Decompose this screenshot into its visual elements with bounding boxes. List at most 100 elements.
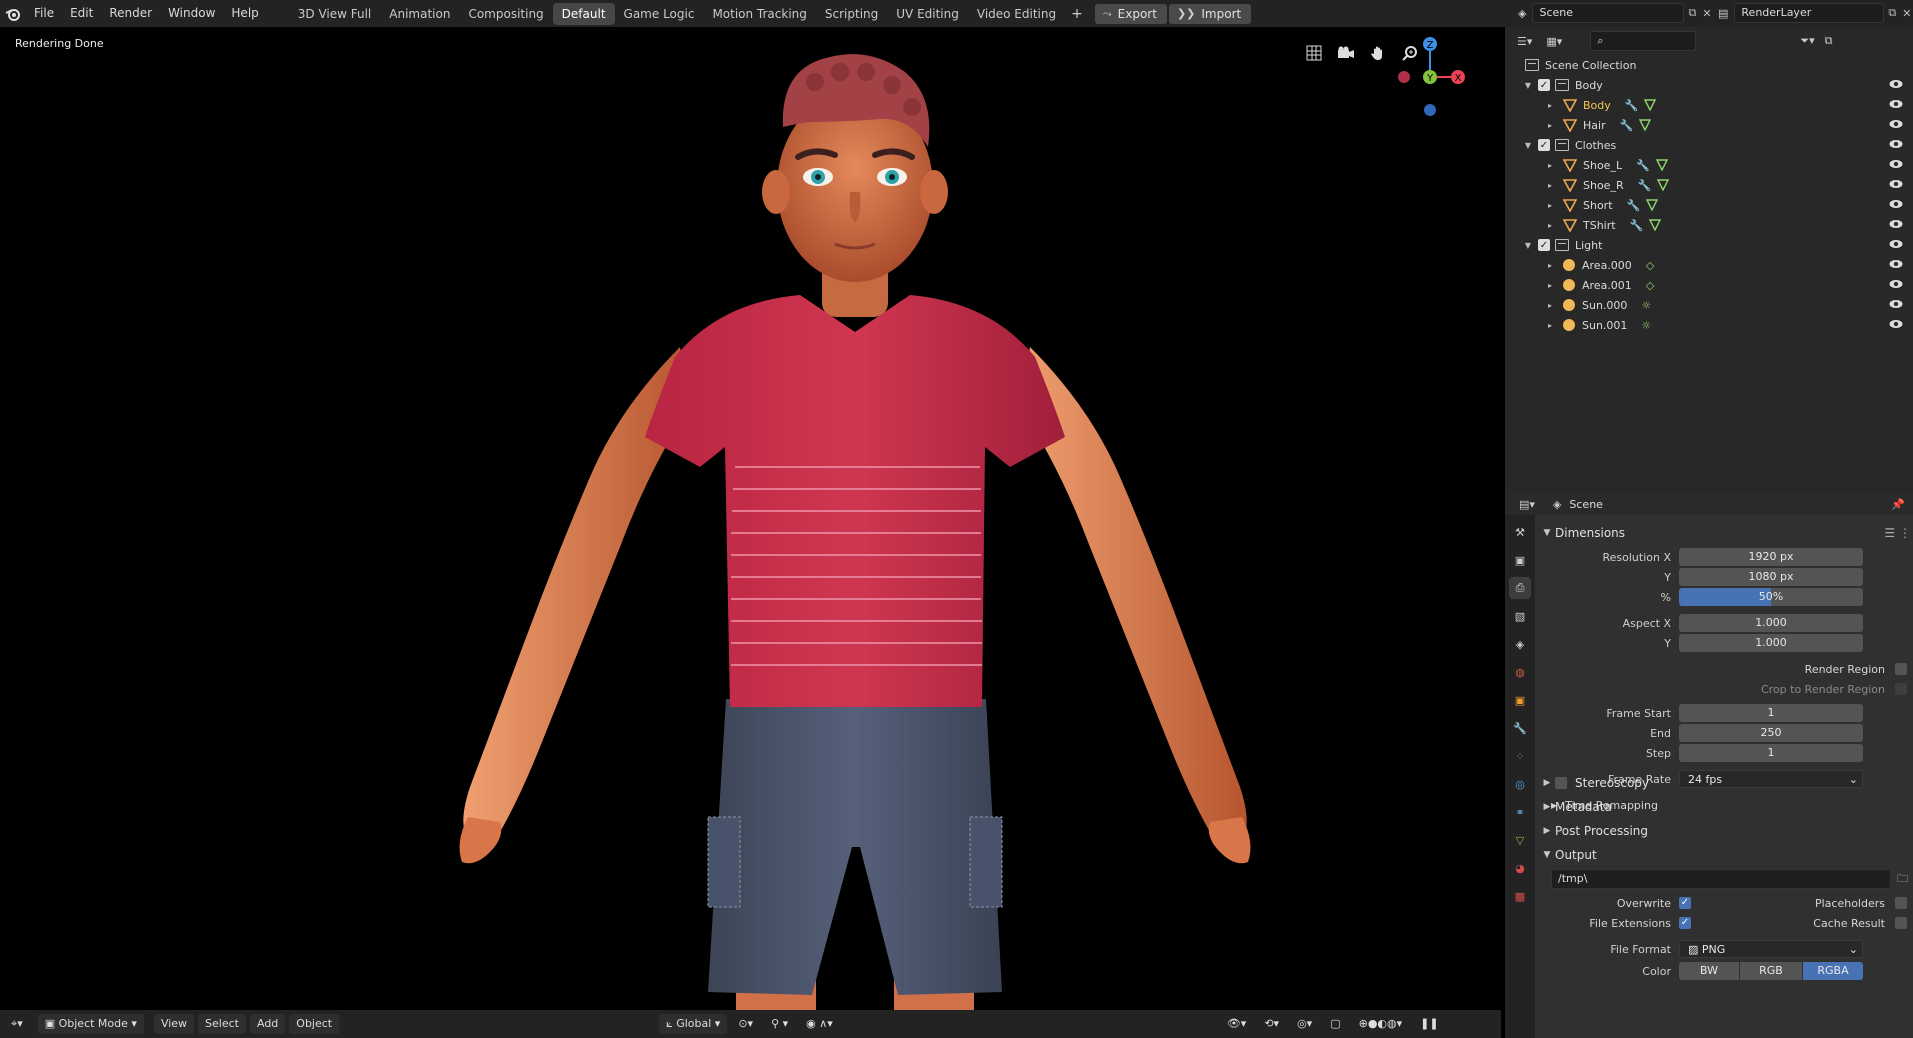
collapsed-arrow-icon[interactable]: ▸ [1545, 281, 1555, 290]
filter-icon[interactable]: ⏷▾ [1800, 34, 1814, 48]
outliner-object-row[interactable]: ▸ Area.001 ◇ [1505, 275, 1913, 295]
outliner-editor-icon[interactable]: ☰▾ [1517, 35, 1532, 48]
resolution-percent-slider[interactable]: 50% [1679, 588, 1863, 606]
tab-motion-tracking[interactable]: Motion Tracking [703, 3, 815, 25]
stereoscopy-header[interactable]: ▶ Stereoscopy [1539, 771, 1911, 795]
world-tab-icon[interactable]: ◍ [1509, 661, 1531, 683]
outliner-object-row[interactable]: ▸ Hair 🔧 [1505, 115, 1913, 135]
collection-include-checkbox[interactable]: ✓ [1538, 79, 1550, 91]
overwrite-checkbox[interactable]: ✓ [1679, 897, 1691, 909]
visibility-eye-icon[interactable] [1889, 199, 1903, 209]
frame-end-field[interactable]: 250 [1679, 724, 1863, 742]
blender-logo-icon[interactable] [0, 0, 26, 27]
modifier-wrench-icon[interactable]: 🔧 [1620, 119, 1634, 132]
tab-3d-view-full[interactable]: 3D View Full [289, 3, 381, 25]
aspect-x-field[interactable]: 1.000 [1679, 614, 1863, 632]
menu-file[interactable]: File [26, 0, 62, 27]
modifier-tab-icon[interactable]: 🔧 [1509, 717, 1531, 739]
outliner-search-input[interactable]: ⌕ [1590, 31, 1697, 51]
output-tab-icon[interactable]: ⎙ [1509, 577, 1531, 599]
resolution-y-field[interactable]: 1080 px [1679, 568, 1863, 586]
file-format-select[interactable]: ▨ PNG ⌄ [1679, 940, 1863, 958]
tab-compositing[interactable]: Compositing [459, 3, 552, 25]
collapsed-arrow-icon[interactable]: ▸ [1545, 201, 1555, 210]
tool-tab-icon[interactable]: ⚒ [1509, 521, 1531, 543]
mode-select[interactable]: ▣ Object Mode ▾ [37, 1014, 144, 1034]
export-button[interactable]: ⤳ Export [1094, 3, 1167, 24]
visibility-eye-icon[interactable] [1889, 279, 1903, 289]
visibility-eye-icon[interactable] [1889, 239, 1903, 249]
visibility-eye-icon[interactable] [1889, 219, 1903, 229]
object-tab-icon[interactable]: ▣ [1509, 689, 1531, 711]
mesh-data-icon[interactable] [1644, 98, 1657, 111]
render-tab-icon[interactable]: ▣ [1509, 549, 1531, 571]
outliner-collection-row[interactable]: ▼ ✓ Body [1505, 75, 1913, 95]
crop-region-checkbox[interactable] [1895, 683, 1907, 695]
editor-type-icon[interactable]: ⌖▾ [4, 1014, 30, 1034]
mesh-data-icon[interactable] [1639, 118, 1652, 131]
visibility-eye-icon[interactable] [1889, 139, 1903, 149]
properties-editor-icon[interactable]: ▤▾ [1519, 498, 1535, 511]
view-layer-field[interactable]: RenderLayer [1734, 3, 1885, 23]
axis-gizmo[interactable]: Z Y X [1392, 27, 1472, 127]
visibility-eye-icon[interactable] [1889, 79, 1903, 89]
scene-tab-icon[interactable]: ◈ [1509, 633, 1531, 655]
camera-view-icon[interactable] [1334, 41, 1358, 65]
mesh-data-icon[interactable] [1646, 198, 1659, 211]
tab-scripting[interactable]: Scripting [816, 3, 887, 25]
import-button[interactable]: ❯❯ Import [1168, 3, 1252, 24]
particles-tab-icon[interactable]: ⁘ [1509, 745, 1531, 767]
outliner-object-row[interactable]: ▸ Area.000 ◇ [1505, 255, 1913, 275]
outliner-object-row[interactable]: ▸ Shoe_L 🔧 [1505, 155, 1913, 175]
file-extensions-checkbox[interactable]: ✓ [1679, 917, 1691, 929]
add-menu[interactable]: Add [249, 1014, 286, 1034]
xray-icon[interactable]: ▢ [1323, 1014, 1347, 1034]
expand-arrow-icon[interactable]: ▼ [1523, 81, 1533, 90]
modifier-wrench-icon[interactable]: 🔧 [1627, 199, 1641, 212]
mesh-data-icon[interactable] [1649, 218, 1662, 231]
collapsed-arrow-icon[interactable]: ▸ [1545, 261, 1555, 270]
sun-light-data-icon[interactable]: ☼ [1641, 319, 1651, 332]
tab-uv-editing[interactable]: UV Editing [887, 3, 968, 25]
collapsed-arrow-icon[interactable]: ▸ [1545, 101, 1555, 110]
collection-include-checkbox[interactable]: ✓ [1538, 239, 1550, 251]
collapsed-arrow-icon[interactable]: ▸ [1545, 181, 1555, 190]
collapsed-arrow-icon[interactable]: ▸ [1545, 221, 1555, 230]
add-workspace-button[interactable]: + [1065, 6, 1089, 22]
material-tab-icon[interactable]: ◕ [1509, 857, 1531, 879]
folder-icon[interactable]: 🗀 [1897, 870, 1908, 889]
cache-result-checkbox[interactable] [1895, 917, 1907, 929]
menu-help[interactable]: Help [223, 0, 266, 27]
output-header[interactable]: ▼ Output [1539, 843, 1911, 867]
shading-modes-icon[interactable]: ⊕●◐◍▾ [1352, 1014, 1410, 1034]
tab-default[interactable]: Default [552, 2, 615, 25]
outliner-object-row[interactable]: ▸ Short 🔧 [1505, 195, 1913, 215]
resolution-x-field[interactable]: 1920 px [1679, 548, 1863, 566]
scene-name-field[interactable]: Scene [1532, 3, 1685, 23]
outliner-collection-row[interactable]: ▼ ✓ Light [1505, 235, 1913, 255]
color-rgb-button[interactable]: RGB [1740, 962, 1802, 980]
render-region-checkbox[interactable] [1895, 663, 1907, 675]
visibility-eye-icon[interactable] [1889, 319, 1903, 329]
texture-tab-icon[interactable]: ▩ [1509, 885, 1531, 907]
menu-window[interactable]: Window [160, 0, 223, 27]
tab-video-editing[interactable]: Video Editing [968, 3, 1065, 25]
grid-view-icon[interactable] [1302, 41, 1326, 65]
constraints-tab-icon[interactable]: ⚭ [1509, 801, 1531, 823]
sun-light-data-icon[interactable]: ☼ [1641, 299, 1651, 312]
metadata-header[interactable]: ▶ Metadata [1539, 795, 1911, 819]
menu-render[interactable]: Render [101, 0, 160, 27]
outliner-object-row[interactable]: ▸ Shoe_R 🔧 [1505, 175, 1913, 195]
scene-close-icon[interactable]: ✕ [1702, 7, 1711, 20]
new-collection-icon[interactable]: ⧉ [1825, 34, 1833, 48]
outliner-object-row[interactable]: ▸ Sun.001 ☼ [1505, 315, 1913, 335]
view-layer-tab-icon[interactable]: ▧ [1509, 605, 1531, 627]
visibility-eye-icon[interactable] [1889, 299, 1903, 309]
output-path-input[interactable]: /tmp\ [1551, 869, 1891, 889]
display-mode-icon[interactable]: ▦▾ [1546, 35, 1562, 48]
visibility-icon[interactable]: 👁▾ [1220, 1014, 1254, 1034]
view-menu[interactable]: View [153, 1014, 195, 1034]
collapsed-arrow-icon[interactable]: ▸ [1545, 161, 1555, 170]
scene-collection-row[interactable]: Scene Collection [1505, 55, 1913, 75]
3d-viewport[interactable]: Rendering Done Z Y X [0, 27, 1501, 1028]
